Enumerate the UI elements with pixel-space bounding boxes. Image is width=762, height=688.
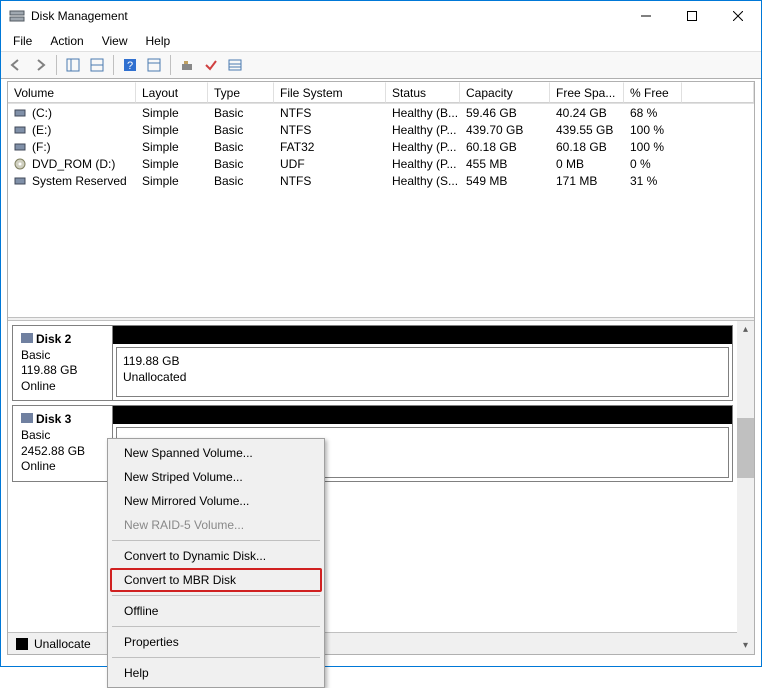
col-layout[interactable]: Layout <box>136 82 208 103</box>
col-volume[interactable]: Volume <box>8 82 136 103</box>
scroll-down-icon[interactable]: ▾ <box>737 637 754 654</box>
disk-row[interactable]: Disk 2 Basic 119.88 GB Online 119.88 GB … <box>12 325 733 401</box>
settings-button[interactable] <box>176 54 198 76</box>
toolbar: ? <box>1 51 761 79</box>
disk-state: Online <box>21 379 56 393</box>
col-capacity[interactable]: Capacity <box>460 82 550 103</box>
help-button[interactable]: ? <box>119 54 141 76</box>
view2-button[interactable] <box>86 54 108 76</box>
cm-new-raid5: New RAID-5 Volume... <box>110 513 322 537</box>
disk-size: 119.88 GB <box>21 363 77 377</box>
forward-button[interactable] <box>29 54 51 76</box>
cm-new-mirrored[interactable]: New Mirrored Volume... <box>110 489 322 513</box>
check-button[interactable] <box>200 54 222 76</box>
scrollbar[interactable]: ▴ ▾ <box>737 321 754 654</box>
col-type[interactable]: Type <box>208 82 274 103</box>
disk-label: Disk 2 <box>36 332 71 346</box>
disk-stripe <box>113 406 732 424</box>
back-button[interactable] <box>5 54 27 76</box>
window-title: Disk Management <box>31 9 623 23</box>
minimize-button[interactable] <box>623 1 669 31</box>
vol-size: 119.88 GB <box>123 354 179 368</box>
titlebar: Disk Management <box>1 1 761 31</box>
cm-new-striped[interactable]: New Striped Volume... <box>110 465 322 489</box>
cm-properties[interactable]: Properties <box>110 630 322 654</box>
maximize-button[interactable] <box>669 1 715 31</box>
table-row[interactable]: DVD_ROM (D:)SimpleBasicUDFHealthy (P...4… <box>8 155 754 172</box>
list-button[interactable] <box>224 54 246 76</box>
table-row[interactable]: (C:)SimpleBasicNTFSHealthy (B...59.46 GB… <box>8 104 754 121</box>
disk-info: Disk 3 Basic 2452.88 GB Online <box>13 406 113 480</box>
menu-action[interactable]: Action <box>42 32 91 50</box>
col-status[interactable]: Status <box>386 82 460 103</box>
context-menu: New Spanned Volume... New Striped Volume… <box>107 438 325 688</box>
cm-convert-dynamic[interactable]: Convert to Dynamic Disk... <box>110 544 322 568</box>
legend-unalloc: Unallocate <box>34 637 91 651</box>
table-header: Volume Layout Type File System Status Ca… <box>8 82 754 104</box>
menu-view[interactable]: View <box>94 32 136 50</box>
disk-state: Online <box>21 459 56 473</box>
menubar: File Action View Help <box>1 31 761 51</box>
table-row[interactable]: System ReservedSimpleBasicNTFSHealthy (S… <box>8 172 754 189</box>
volume-icon <box>14 141 28 153</box>
cm-offline[interactable]: Offline <box>110 599 322 623</box>
view3-button[interactable] <box>143 54 165 76</box>
disk-info: Disk 2 Basic 119.88 GB Online <box>13 326 113 400</box>
disk-label: Disk 3 <box>36 412 71 426</box>
volume-icon <box>14 124 28 136</box>
volume-table: Volume Layout Type File System Status Ca… <box>8 82 754 317</box>
disk-size: 2452.88 GB <box>21 444 85 458</box>
volume-icon <box>14 107 28 119</box>
table-row[interactable]: (E:)SimpleBasicNTFSHealthy (P...439.70 G… <box>8 121 754 138</box>
col-free[interactable]: Free Spa... <box>550 82 624 103</box>
volume-icon <box>14 158 28 170</box>
col-pfree[interactable]: % Free <box>624 82 682 103</box>
disk-type: Basic <box>21 348 50 362</box>
cm-convert-mbr[interactable]: Convert to MBR Disk <box>110 568 322 592</box>
disk-volume[interactable]: 119.88 GB Unallocated <box>116 347 729 397</box>
disk-type: Basic <box>21 428 50 442</box>
close-button[interactable] <box>715 1 761 31</box>
cm-new-spanned[interactable]: New Spanned Volume... <box>110 441 322 465</box>
col-fs[interactable]: File System <box>274 82 386 103</box>
svg-text:?: ? <box>127 60 133 72</box>
disk-stripe <box>113 326 732 344</box>
menu-file[interactable]: File <box>5 32 40 50</box>
scroll-up-icon[interactable]: ▴ <box>737 321 754 338</box>
scroll-thumb[interactable] <box>737 418 754 478</box>
vol-state: Unallocated <box>123 370 186 384</box>
view1-button[interactable] <box>62 54 84 76</box>
volume-icon <box>14 175 28 187</box>
legend-swatch <box>16 638 28 650</box>
cm-help[interactable]: Help <box>110 661 322 685</box>
menu-help[interactable]: Help <box>138 32 179 50</box>
app-icon <box>9 8 25 24</box>
table-row[interactable]: (F:)SimpleBasicFAT32Healthy (P...60.18 G… <box>8 138 754 155</box>
